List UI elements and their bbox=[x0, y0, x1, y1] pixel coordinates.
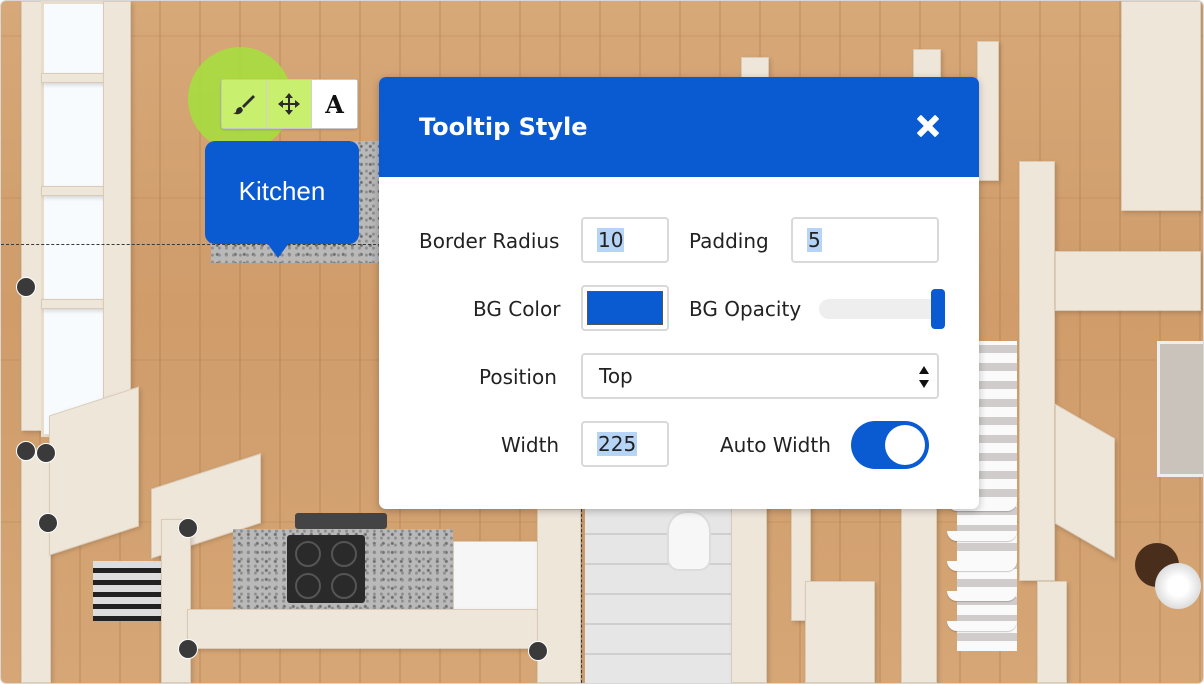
plan-wall bbox=[41, 186, 105, 196]
close-icon[interactable] bbox=[915, 113, 941, 139]
alignment-guide bbox=[581, 509, 582, 683]
element-toolbar: A bbox=[221, 79, 358, 129]
plan-wall bbox=[41, 299, 105, 309]
width-value: 225 bbox=[597, 432, 638, 456]
bg-color-picker[interactable] bbox=[581, 285, 669, 331]
plan-wall bbox=[21, 1, 43, 431]
shape-handle[interactable] bbox=[178, 639, 198, 659]
tooltip-style-dialog: Tooltip Style Border Radius 10 Padding 5… bbox=[379, 77, 979, 509]
tooltip-text: Kitchen bbox=[238, 176, 326, 206]
bg-opacity-label: BG Opacity bbox=[689, 297, 802, 321]
plan-wall bbox=[1019, 161, 1055, 581]
border-radius-value: 10 bbox=[597, 228, 625, 252]
editor-canvas[interactable]: A Kitchen Tooltip Style Border Radius 10… bbox=[0, 0, 1204, 684]
padding-value: 5 bbox=[807, 228, 822, 252]
width-input[interactable]: 225 bbox=[581, 421, 669, 467]
bg-opacity-slider[interactable] bbox=[819, 289, 945, 329]
plan-sofa bbox=[1157, 341, 1203, 477]
border-radius-label: Border Radius bbox=[419, 229, 560, 253]
plan-wall bbox=[731, 501, 767, 683]
plan-oven-hood bbox=[295, 513, 387, 529]
plan-wall bbox=[103, 1, 131, 441]
shape-handle[interactable] bbox=[178, 518, 198, 538]
move-button[interactable] bbox=[267, 80, 312, 128]
border-radius-input[interactable]: 10 bbox=[581, 217, 669, 263]
bg-color-label: BG Color bbox=[473, 297, 561, 321]
padding-input[interactable]: 5 bbox=[791, 217, 939, 263]
position-select[interactable]: Top bbox=[581, 353, 939, 399]
paintbrush-icon bbox=[233, 95, 255, 115]
padding-label: Padding bbox=[689, 229, 769, 253]
plan-wall bbox=[1121, 1, 1201, 211]
move-arrows-icon bbox=[278, 93, 300, 115]
shape-handle[interactable] bbox=[16, 277, 36, 297]
plan-lamp bbox=[1155, 563, 1201, 609]
auto-width-toggle[interactable] bbox=[851, 421, 929, 469]
plan-wall bbox=[901, 501, 937, 683]
plan-wall bbox=[41, 73, 105, 83]
bg-opacity-thumb[interactable] bbox=[931, 289, 945, 329]
plan-window bbox=[41, 1, 111, 437]
plan-rack bbox=[93, 561, 163, 621]
tooltip-preview[interactable]: Kitchen bbox=[205, 141, 359, 244]
shape-handle[interactable] bbox=[38, 513, 58, 533]
plan-wall bbox=[805, 581, 875, 683]
plan-wall bbox=[1055, 251, 1201, 311]
plan-wall bbox=[49, 386, 139, 556]
plan-stove bbox=[287, 535, 365, 603]
plan-wall bbox=[1055, 403, 1115, 559]
plan-wall bbox=[21, 451, 51, 683]
plan-fridge bbox=[453, 541, 539, 611]
plan-wall bbox=[1037, 581, 1067, 683]
auto-width-label: Auto Width bbox=[720, 433, 831, 457]
shape-handle[interactable] bbox=[16, 441, 36, 461]
plan-wall bbox=[741, 57, 769, 79]
text-a-icon: A bbox=[325, 89, 344, 119]
text-button[interactable]: A bbox=[312, 80, 357, 128]
select-arrows-icon bbox=[919, 366, 929, 388]
tooltip-arrow bbox=[267, 243, 289, 258]
style-button[interactable] bbox=[222, 80, 267, 128]
bg-color-swatch bbox=[587, 291, 663, 325]
alignment-guide bbox=[1, 244, 381, 245]
position-value: Top bbox=[599, 364, 633, 388]
plan-wall bbox=[977, 41, 999, 181]
plan-wall bbox=[187, 609, 539, 649]
dialog-title: Tooltip Style bbox=[419, 113, 588, 141]
width-label: Width bbox=[501, 433, 560, 457]
position-label: Position bbox=[479, 365, 557, 389]
toggle-knob bbox=[885, 425, 925, 465]
plan-bathroom-floor bbox=[585, 509, 735, 683]
shape-handle[interactable] bbox=[36, 443, 56, 463]
plan-wall bbox=[913, 49, 941, 79]
dialog-header: Tooltip Style bbox=[379, 77, 979, 177]
shape-handle[interactable] bbox=[528, 641, 548, 661]
plan-toilet bbox=[669, 513, 709, 569]
